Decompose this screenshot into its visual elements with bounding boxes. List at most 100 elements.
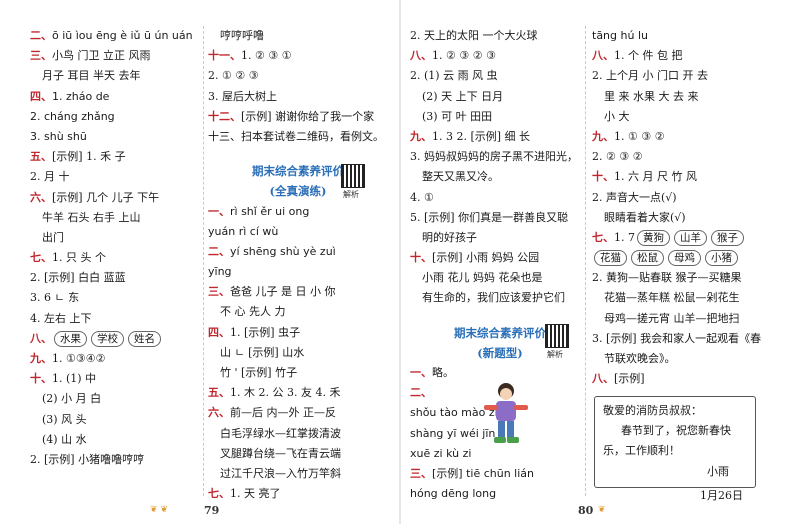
answer-text: 2. ② ③ ②	[592, 150, 643, 164]
answer-text: 1. 只 头 个	[52, 251, 106, 265]
section-number: 二、	[30, 29, 52, 42]
answer-line: 过江千尺浪—入竹万竿斜	[208, 464, 388, 484]
answer-line: 4. 左右 上下	[30, 309, 205, 329]
answer-line: 3. shù shū	[30, 127, 205, 147]
answer-line: 三、小鸟 门卫 立正 风雨	[30, 46, 205, 66]
answer-text: 1. ② ③ ①	[241, 49, 292, 63]
answer-text: 1. 3 2. [示例] 细 长	[432, 129, 531, 143]
qr-code-icon-2[interactable]	[545, 324, 569, 348]
section-number: 九、	[410, 129, 432, 143]
answer-line: 2. 上个月 小 门口 开 去	[592, 66, 767, 86]
answer-line: 节联欢晚会》。	[592, 349, 767, 369]
answer-text: 2. 上个月 小 门口 开 去	[592, 69, 708, 83]
answer-text: 4. ①	[410, 190, 434, 204]
letter-card: 敬爱的消防员叔叔： 春节到了，祝您新春快 乐，工作顺利！ 小雨	[594, 396, 756, 488]
answer-text: 1. (1) 中	[52, 372, 97, 386]
answer-text: 白毛浮绿水—红掌拨清波	[220, 426, 341, 440]
answer-text: 出门	[42, 230, 64, 244]
answer-line: 3. 6 ㄴ 东	[30, 288, 205, 308]
answer-line: 4. ①	[410, 188, 590, 208]
page-number-left: 79	[204, 504, 220, 517]
answer-line: 四、1. [示例] 虫子	[208, 323, 388, 343]
answer-text: hóng dēng long	[410, 487, 497, 501]
answer-text: 1. ①③④②	[52, 352, 106, 365]
answer-line: 五、[示例] 1. 禾 子	[30, 147, 205, 167]
qr-caption: 解析	[343, 190, 359, 199]
section-number: 三、	[410, 466, 432, 480]
answer-text: 2. 黄狗—贴春联 猴子—买糖果	[592, 271, 742, 285]
answer-text: [示例] tiē chūn lián	[432, 466, 534, 480]
answer-text: (3) 可 叶 田田	[422, 109, 493, 123]
answer-line: 三、[示例] tiē chūn lián	[410, 464, 590, 484]
qr-code-icon[interactable]	[341, 164, 365, 188]
answer-text: 略。	[432, 366, 454, 379]
answer-text: 花猫—蒸年糕 松鼠—剁花生	[604, 291, 740, 305]
answer-text: 竹 ' [示例] 竹子	[220, 366, 298, 379]
answer-line: 3. 屋后大树上	[208, 87, 388, 107]
answer-line: 花猫 松鼠 母鸡 小猪	[592, 248, 767, 268]
answer-line: 里 来 水果 大 去 来	[592, 87, 767, 107]
answer-line: hóng dēng long	[410, 484, 590, 504]
answer-line: 3. 妈妈叔妈妈的房子黑不进阳光，	[410, 147, 590, 167]
answer-line: 2. ① ② ③	[208, 66, 388, 86]
answer-text: yīng	[208, 265, 232, 279]
answer-text: 1. ① ③ ②	[614, 129, 665, 143]
section-number: 九、	[592, 129, 614, 143]
answer-text: xuē zi kù zi	[410, 446, 472, 460]
answer-line: 眼睛看着大家(√)	[592, 208, 767, 228]
answer-text: 2. 声音大一点(√)	[592, 190, 677, 204]
answer-text: (3) 风 头	[42, 412, 87, 426]
section-number: 八、	[592, 49, 614, 63]
circled-word: 花猫	[594, 250, 627, 267]
answer-text: 牛羊 石头 右手 上山	[42, 210, 141, 224]
answer-line: 七、1. 7 黄狗 山羊 猴子	[592, 228, 767, 248]
circled-word: 猴子	[711, 229, 744, 246]
answer-text: 哼哼呼噜	[220, 29, 264, 42]
answer-text: 4. 左右 上下	[30, 311, 92, 325]
answer-line: 六、前—后 内—外 正—反	[208, 403, 388, 423]
answer-line: 哼哼呼噜	[208, 26, 388, 46]
answer-line: 不 心 先人 力	[208, 302, 388, 322]
answer-text: [示例] 谢谢你给了我一个家	[241, 109, 375, 123]
answer-line: 2. cháng zhǎng	[30, 107, 205, 127]
column-4: tāng hú lu 八、1. 个 件 包 把 2. 上个月 小 门口 开 去里 来…	[592, 26, 767, 389]
section-number: 一、	[208, 204, 230, 218]
circled-word: 母鸡	[668, 250, 701, 267]
answer-text: 2. (1) 云 雨 风 虫	[410, 69, 498, 83]
answer-line: 八、1. ② ③ ② ③	[410, 46, 590, 66]
answer-text: 前—后 内—外 正—反	[230, 406, 336, 420]
answer-line: 2. [示例] 小猪噜噜哼哼	[30, 450, 205, 470]
answer-line: 十、[示例] 小雨 妈妈 公园	[410, 248, 590, 268]
answer-line: 八、1. 个 件 包 把	[592, 46, 767, 66]
section-number: 十、	[410, 251, 432, 265]
section-number: 七、	[30, 251, 52, 265]
answer-line: 七、1. 只 头 个	[30, 248, 205, 268]
answer-text: 2. cháng zhǎng	[30, 109, 115, 123]
letter-body-1: 春节到了，祝您新春快	[621, 424, 731, 438]
leaf-decoration-icon-2: ❦	[598, 505, 606, 515]
section-number: 六、	[30, 190, 52, 204]
answer-line: 月子 耳目 半天 去年	[30, 66, 205, 86]
letter-signature: 小雨	[707, 464, 729, 478]
answer-line: 九、1. ① ③ ②	[592, 127, 767, 147]
answer-text: 整天又黑又冷。	[422, 170, 499, 184]
answer-line: 2. ② ③ ②	[592, 147, 767, 167]
answer-line: 2. [示例] 白白 蓝蓝	[30, 268, 205, 288]
answer-line: 四、1. zháo de	[30, 87, 205, 107]
answer-line: 花猫—蒸年糕 松鼠—剁花生	[592, 288, 767, 308]
answer-line: tāng hú lu	[592, 26, 767, 46]
section-number: 八、	[410, 49, 432, 63]
answer-text: tāng hú lu	[592, 29, 648, 42]
section-number: 六、	[208, 406, 230, 420]
answer-text: 3. [示例] 我会和家人一起观看《春	[592, 331, 762, 345]
answer-line: 六、[示例] 几个 儿子 下午	[30, 188, 205, 208]
answer-line: 5. [示例] 你们真是一群善良又聪	[410, 208, 590, 228]
answer-text: (2) 天 上下 日月	[422, 89, 504, 103]
answer-text: (4) 山 水	[42, 432, 87, 446]
column-1: 二、ō iū ìou ēng è iǔ ū ún uán 三、小鸟 门卫 立正 风…	[30, 26, 205, 470]
answer-line: 二、ō iū ìou ēng è iǔ ū ún uán	[30, 26, 205, 46]
circled-word: 姓名	[128, 330, 161, 347]
leaf-decoration-icon: ❦ ❦	[150, 505, 168, 515]
answer-text: 山 ㄴ [示例] 山水	[220, 345, 305, 359]
section-number: 十、	[592, 170, 614, 184]
